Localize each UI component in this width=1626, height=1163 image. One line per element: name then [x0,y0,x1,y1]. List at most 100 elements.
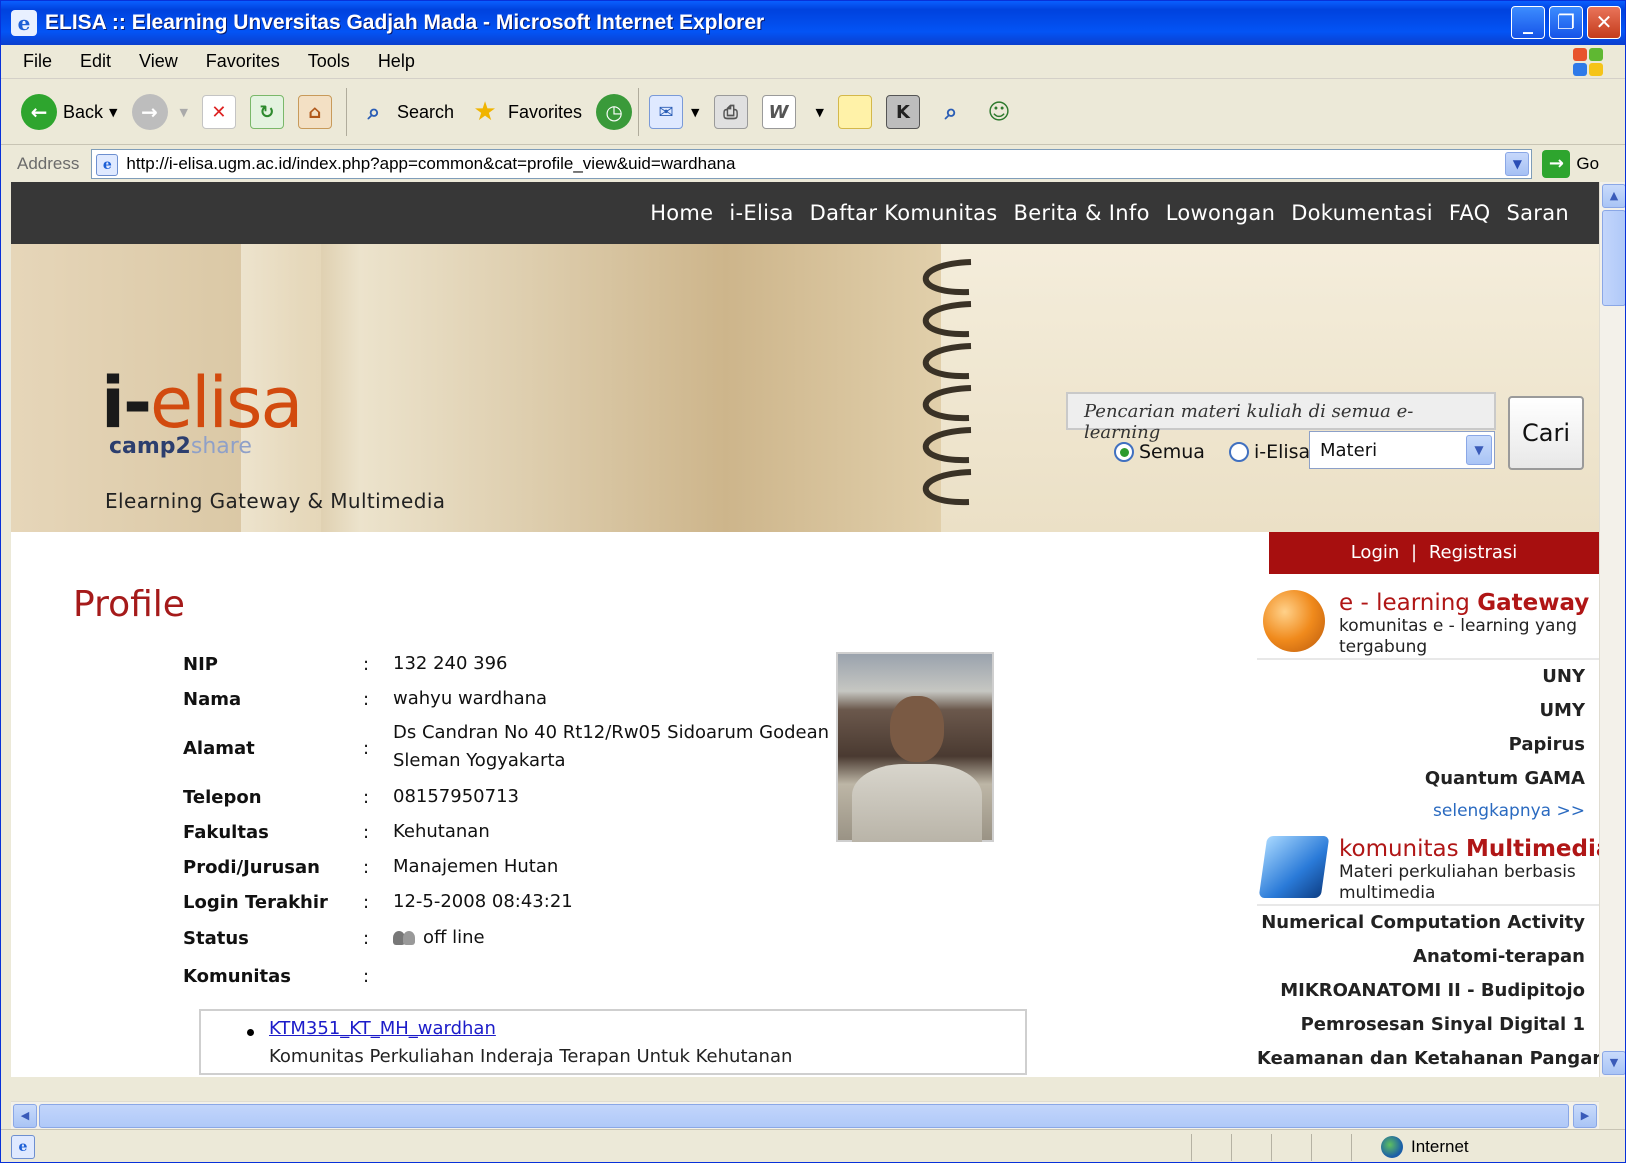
gateway-item-umy[interactable]: UMY [1257,694,1599,728]
toolbar: ← Back ▼ → ▼ ✕ ↻ ⌂ ⌕ Search ★ Favorites … [1,80,1625,145]
refresh-icon[interactable]: ↻ [249,95,284,129]
radio-i-elisa-label: i-Elisa [1253,441,1311,463]
nav-daftar-komunitas[interactable]: Daftar Komunitas [810,201,998,225]
go-label: Go [1576,154,1600,173]
login-link[interactable]: Login [1351,542,1400,563]
scroll-right-icon[interactable]: ▶ [1573,1104,1597,1128]
gateway-item-quantum-gama[interactable]: Quantum GAMA [1257,762,1599,796]
menu-tools[interactable]: Tools [308,51,350,72]
gateway-item-uny[interactable]: UNY [1257,660,1599,694]
title-bar: e ELISA :: Elearning Unversitas Gadjah M… [1,1,1625,45]
nav-home[interactable]: Home [650,201,713,225]
stop-icon[interactable]: ✕ [201,95,236,129]
toolbar-separator [638,88,640,136]
word-edit-icon[interactable]: W [761,95,796,129]
login-separator: | [1411,542,1418,563]
logo-prefix: i- [101,362,152,444]
profile-photo [836,652,994,842]
security-zone: Internet [1381,1136,1469,1158]
category-select[interactable]: Materi ▼ [1309,431,1495,469]
status-bar: e Internet [1,1129,1625,1162]
browser-window: e ELISA :: Elearning Unversitas Gadjah M… [0,0,1626,1163]
favorites-label: Favorites [508,101,583,122]
globe-icon [1381,1136,1403,1158]
komunitas-link[interactable]: KTM351_KT_MH_wardhan [269,1018,496,1039]
forward-button[interactable]: → ▼ [131,94,188,130]
site-nav: Home i-Elisa Daftar Komunitas Berita & I… [11,182,1599,244]
vertical-scrollbar[interactable]: ▲ ▼ [1599,182,1625,1077]
mail-icon[interactable]: ✉ [649,95,684,129]
zone-label: Internet [1411,1137,1469,1156]
note-icon[interactable] [837,95,872,129]
horizontal-scrollbar[interactable]: ◀ ▶ [11,1101,1599,1129]
cari-button[interactable]: Cari [1508,396,1584,470]
research-icon[interactable]: ⌕ [934,95,968,129]
radio-semua[interactable] [1114,442,1134,462]
nav-i-elisa[interactable]: i-Elisa [729,201,793,225]
forward-dropdown-icon[interactable]: ▼ [180,106,188,119]
back-arrow-icon: ← [21,94,57,130]
edit-dropdown-icon[interactable]: ▼ [816,106,824,119]
mail-dropdown-icon[interactable]: ▼ [691,106,699,119]
vertical-scroll-thumb[interactable] [1602,210,1625,306]
print-icon[interactable]: ⎙ [713,95,748,129]
close-button[interactable]: ✕ [1587,6,1621,39]
back-dropdown-icon[interactable]: ▼ [109,106,117,119]
multimedia-item[interactable]: Numerical Computation Activity [1257,906,1599,940]
address-dropdown-icon[interactable]: ▼ [1505,152,1530,176]
horizontal-scroll-thumb[interactable] [39,1104,1569,1128]
history-icon[interactable]: ◷ [596,94,633,130]
messenger-icon[interactable]: ☺ [982,95,1016,129]
nav-lowongan[interactable]: Lowongan [1166,201,1275,225]
menu-bar: File Edit View Favorites Tools Help [1,45,1625,79]
nav-dokumentasi[interactable]: Dokumentasi [1291,201,1433,225]
register-link[interactable]: Registrasi [1429,542,1517,563]
menu-help[interactable]: Help [378,51,415,72]
select-dropdown-icon: ▼ [1466,435,1492,465]
address-input[interactable]: e http://i-elisa.ugm.ac.id/index.php?app… [91,149,1533,179]
multimedia-item[interactable]: MIKROANATOMI II - Budipitojo [1257,974,1599,1008]
windows-logo-icon [1573,48,1603,76]
nav-saran[interactable]: Saran [1506,201,1569,225]
gateway-globe-icon [1263,590,1325,652]
favorites-star-icon: ★ [473,97,497,127]
multimedia-header: komunitas Multimedia Materi perkuliahan … [1257,828,1599,906]
address-bar: Address e http://i-elisa.ugm.ac.id/index… [1,146,1625,182]
k-app-icon[interactable]: K [885,95,920,129]
logo-sub-a: camp2 [109,434,191,459]
multimedia-item[interactable]: Pemrosesan Sinyal Digital 1 [1257,1008,1599,1042]
forward-arrow-icon: → [131,94,168,130]
radio-i-elisa[interactable] [1228,442,1249,462]
address-url: http://i-elisa.ugm.ac.id/index.php?app=c… [126,154,736,173]
i-elisa-logo[interactable]: i-elisa camp2share [101,362,303,459]
menu-view[interactable]: View [139,51,178,72]
list-bullet [247,1029,254,1036]
menu-edit[interactable]: Edit [80,51,111,72]
scroll-down-icon[interactable]: ▼ [1602,1051,1625,1075]
scroll-corner [1599,1101,1625,1129]
search-icon: ⌕ [367,99,381,125]
home-icon[interactable]: ⌂ [297,95,332,129]
page-viewport: Home i-Elisa Daftar Komunitas Berita & I… [11,182,1599,1077]
scroll-left-icon[interactable]: ◀ [13,1104,37,1128]
login-bar: Login | Registrasi [1269,532,1599,574]
restore-button[interactable]: ❐ [1549,6,1583,39]
nav-faq[interactable]: FAQ [1449,201,1491,225]
go-button[interactable]: → Go [1542,150,1599,178]
menu-favorites[interactable]: Favorites [206,51,280,72]
minimize-button[interactable]: _ [1511,6,1545,39]
back-button[interactable]: ← Back ▼ [21,94,118,130]
menu-file[interactable]: File [23,51,52,72]
search-input[interactable]: Pencarian materi kuliah di semua e-learn… [1066,392,1496,443]
ie-icon: e [11,10,37,36]
search-button[interactable]: ⌕ Search [357,95,454,129]
scroll-up-icon[interactable]: ▲ [1602,184,1625,208]
gateway-item-papirus[interactable]: Papirus [1257,728,1599,762]
notebook-decoration [941,244,1599,532]
favorites-button[interactable]: ★ Favorites [468,95,582,129]
multimedia-item[interactable]: Keamanan dan Ketahanan Pangan [1257,1042,1599,1076]
nav-berita-info[interactable]: Berita & Info [1013,201,1149,225]
gateway-more-link[interactable]: selengkapnya >> [1257,796,1599,826]
multimedia-item[interactable]: Anatomi-terapan [1257,940,1599,974]
gateway-header: e - learning Gateway komunitas e - learn… [1257,582,1599,660]
